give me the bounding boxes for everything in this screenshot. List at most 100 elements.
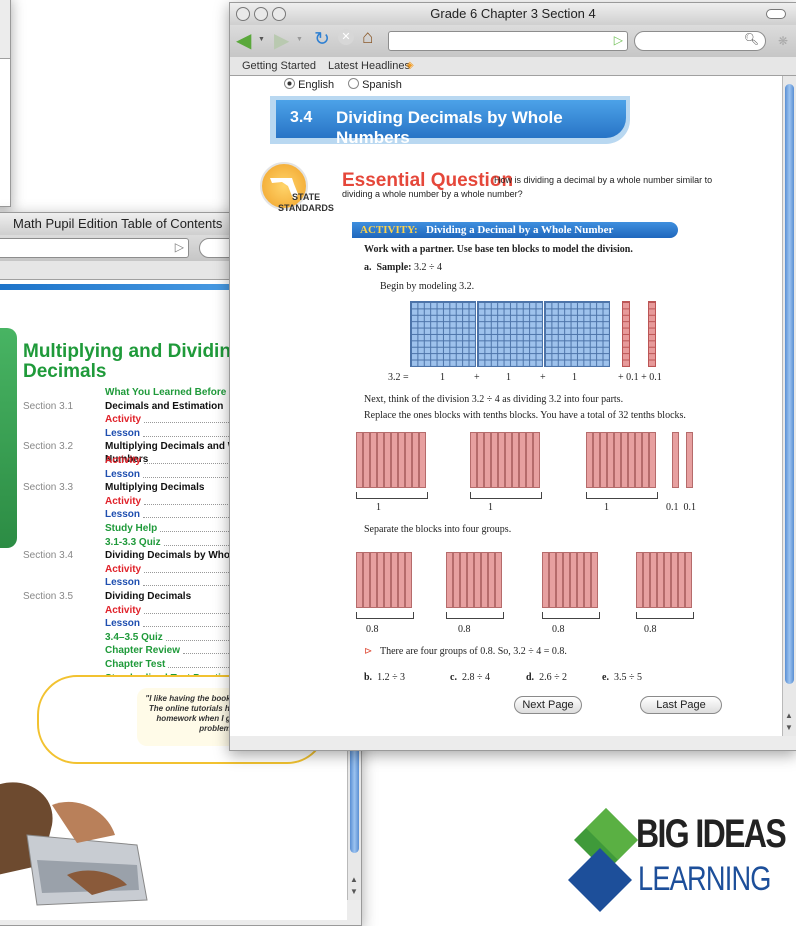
section-banner: 3.4 Dividing Decimals by Whole Numbers: [276, 100, 626, 147]
tenths-rod: [370, 432, 377, 488]
ones-block-1: [410, 301, 476, 367]
bookmark-latest-headlines[interactable]: Latest Headlines: [328, 57, 410, 75]
bracket: [636, 612, 694, 619]
toc-entry-title: What You Learned Before: [105, 387, 227, 398]
toc-window-title: Math Pupil Edition Table of Contents: [13, 216, 223, 231]
toolbar-toggle-pill[interactable]: [766, 9, 786, 19]
last-page-button[interactable]: Last Page: [640, 696, 722, 714]
forward-arrow-icon[interactable]: ▶︎: [274, 28, 289, 53]
radio-spanish[interactable]: Spanish: [348, 78, 402, 91]
tenths-rod-2: [648, 301, 656, 367]
lesson-window-titlebar[interactable]: Grade 6 Chapter 3 Section 4: [230, 3, 796, 26]
lesson-toolbar: ◀︎ ▼ ▶︎ ▼ ↻ ✕ ⌂ ▷ 🔍︎ ❋: [230, 25, 796, 58]
group-labels: 0.8 0.8 0.8 0.8: [366, 624, 657, 635]
address-field[interactable]: ▷: [388, 31, 628, 51]
tenths-rod: [643, 552, 650, 608]
address-field[interactable]: ▷: [0, 238, 189, 258]
stop-icon[interactable]: ✕: [338, 29, 354, 45]
bracket: [446, 612, 504, 619]
toc-entry-title: Lesson: [105, 468, 141, 480]
tenths-rod: [484, 432, 491, 488]
toc-entry-title: Study Help: [105, 523, 158, 534]
back-arrow-icon[interactable]: ◀︎: [236, 28, 251, 53]
tenths-rod: [672, 432, 679, 488]
tenths-rod: [614, 432, 621, 488]
tenths-rod: [412, 432, 419, 488]
tenths-rod: [474, 552, 481, 608]
student-laptop-photo: [0, 765, 167, 920]
scroll-up-arrow-icon[interactable]: ▲: [350, 875, 358, 884]
tenths-rod: [607, 432, 614, 488]
tenths-rod: [584, 552, 591, 608]
tenths-rod: [526, 432, 533, 488]
toc-entry-title: Lesson: [105, 509, 141, 521]
tenths-rod: [391, 432, 398, 488]
tenths-rod: [446, 552, 453, 608]
tenths-rod: [621, 432, 628, 488]
tenths-rod: [470, 432, 477, 488]
lesson-scroll-thumb[interactable]: [785, 84, 794, 684]
go-arrow-icon[interactable]: ▷: [614, 33, 623, 47]
tenths-rod: [363, 552, 370, 608]
scroll-down-arrow-icon[interactable]: ▼: [785, 723, 793, 732]
toc-section-number: Section 3.5: [23, 591, 74, 602]
bracket: [586, 492, 658, 499]
radio-english[interactable]: English: [284, 78, 334, 91]
toc-entry-title: Activity: [105, 414, 142, 426]
next-page-button[interactable]: Next Page: [514, 696, 582, 714]
go-arrow-icon[interactable]: ▷: [175, 240, 184, 254]
tenths-rod: [356, 552, 363, 608]
tenths-rod: [549, 552, 556, 608]
tenths-rod: [419, 432, 426, 488]
scroll-up-arrow-icon[interactable]: ▲: [785, 711, 793, 720]
tenths-rod: [600, 432, 607, 488]
lesson-vertical-scrollbar[interactable]: ▲ ▼: [782, 76, 796, 736]
tenths-rod: [577, 552, 584, 608]
scroll-down-arrow-icon[interactable]: ▼: [350, 887, 358, 896]
spinner-icon: ❋: [777, 34, 788, 48]
ones-block-2: [477, 301, 543, 367]
tenths-rod: [370, 552, 377, 608]
toc-entry-title: Activity: [105, 563, 142, 575]
tenths-rod: [453, 552, 460, 608]
toc-entry-title: Decimals and Estimation: [105, 400, 224, 412]
toc-entry-title: Lesson: [105, 577, 141, 589]
model-equation: 3.2 = 1 + 1 + 1 + 0.1 + 0.1: [388, 372, 662, 383]
tenths-rod: [664, 552, 671, 608]
bookmark-getting-started[interactable]: Getting Started: [242, 57, 316, 75]
big-ideas-logo: BIG IDEAS LEARNING: [556, 808, 796, 919]
conclusion-text: There are four groups of 0.8. So, 3.2 ÷ …: [380, 646, 567, 657]
pointer-arrow-icon: ⊳: [364, 646, 373, 657]
tenths-rod: [481, 552, 488, 608]
activity-title: Dividing a Decimal by a Whole Number: [426, 224, 614, 236]
home-icon[interactable]: ⌂: [362, 27, 373, 49]
tenths-rod: [671, 552, 678, 608]
tenths-rod: [512, 432, 519, 488]
search-icon: 🔍︎: [743, 32, 759, 46]
tenths-rod: [405, 552, 412, 608]
essential-question-text: How is dividing a decimal by a whole num…: [342, 175, 713, 199]
minimize-window-button[interactable]: [254, 7, 268, 21]
zoom-window-button[interactable]: [272, 7, 286, 21]
toc-entry-title: Activity: [105, 604, 142, 616]
toc-section-number: Section 3.1: [23, 400, 74, 412]
tenths-rod: [491, 432, 498, 488]
toc-entry-title: 3.4–3.5 Quiz: [105, 631, 163, 643]
forward-menu-icon[interactable]: ▼: [296, 36, 303, 43]
tenths-rod: [384, 552, 391, 608]
close-window-button[interactable]: [236, 7, 250, 21]
back-menu-icon[interactable]: ▼: [258, 36, 265, 43]
tenths-rod: [635, 432, 642, 488]
search-field[interactable]: 🔍︎: [634, 31, 766, 51]
toc-entry-title: Lesson: [105, 618, 141, 630]
next-text: Next, think of the division 3.2 ÷ 4 as d…: [364, 394, 624, 405]
tenths-rod: [398, 432, 405, 488]
tenths-rod: [563, 552, 570, 608]
reload-icon[interactable]: ↻: [314, 28, 330, 51]
rss-icon: ◈: [406, 60, 414, 71]
bracket: [356, 492, 428, 499]
tenths-rod: [628, 432, 635, 488]
chapter-title: Multiplying and Dividing Decimals: [23, 341, 243, 382]
tenths-rod: [405, 432, 412, 488]
tenths-rod: [678, 552, 685, 608]
